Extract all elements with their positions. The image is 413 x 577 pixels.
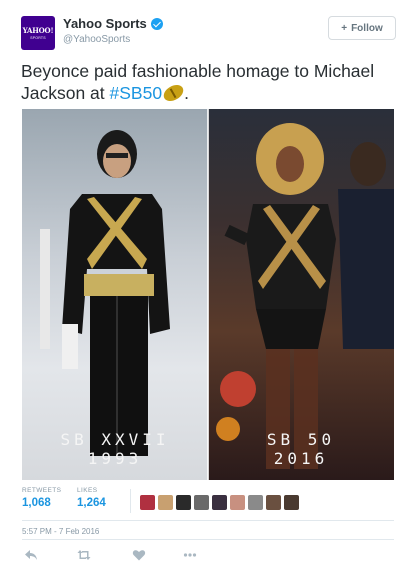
- likes-count[interactable]: 1,264: [77, 497, 106, 509]
- retweets-count[interactable]: 1,068: [22, 497, 61, 509]
- right-caption-year: 2016: [273, 449, 329, 468]
- tweet-media[interactable]: SB XXVII 1993 SB 50 2016: [22, 109, 394, 480]
- display-name[interactable]: Yahoo Sports: [63, 16, 147, 31]
- retweet-icon[interactable]: [77, 548, 91, 562]
- divider-line: [22, 520, 394, 521]
- yahoo-logo: YAHOO!: [22, 26, 54, 35]
- liker-avatar[interactable]: [266, 495, 281, 510]
- liker-avatars: [140, 495, 302, 510]
- tweet-header: YAHOO! SPORTS Yahoo Sports @YahooSports …: [21, 16, 396, 52]
- tweet-text-line2-prefix: Jackson at: [21, 83, 110, 103]
- retweets-label: RETWEETS: [22, 487, 62, 494]
- beyonce-figure: [216, 123, 394, 469]
- liker-avatar[interactable]: [194, 495, 209, 510]
- liker-avatar[interactable]: [158, 495, 173, 510]
- verified-badge-icon: [150, 17, 163, 30]
- tweet-timestamp[interactable]: 5:57 PM - 7 Feb 2016: [22, 527, 99, 536]
- follow-button[interactable]: + Follow: [328, 16, 396, 40]
- media-divider: [207, 109, 209, 480]
- avatar[interactable]: YAHOO! SPORTS: [21, 16, 55, 50]
- retweets-stat[interactable]: RETWEETS 1,068: [22, 487, 61, 509]
- left-caption-event: SB XXVII: [60, 430, 170, 449]
- stats-divider: [130, 489, 131, 513]
- media-left-panel: SB XXVII 1993: [22, 109, 208, 480]
- reply-icon[interactable]: [24, 548, 38, 562]
- liker-avatar[interactable]: [212, 495, 227, 510]
- left-caption: SB XXVII 1993: [22, 430, 208, 468]
- follow-button-label: Follow: [351, 22, 383, 34]
- divider-line: [22, 539, 394, 540]
- likes-label: LIKES: [77, 487, 98, 494]
- liker-avatar[interactable]: [140, 495, 155, 510]
- right-caption: SB 50 2016: [208, 430, 394, 468]
- handle[interactable]: @YahooSports: [63, 34, 163, 45]
- add-user-icon: +: [341, 22, 348, 34]
- liker-avatar[interactable]: [248, 495, 263, 510]
- football-icon: [160, 81, 187, 105]
- tweet-stats: RETWEETS 1,068 LIKES 1,264: [22, 487, 394, 520]
- michael-jackson-figure: [40, 130, 170, 456]
- liker-avatar[interactable]: [230, 495, 245, 510]
- tweet-actions: [22, 545, 394, 565]
- tweet-text-suffix: .: [184, 83, 189, 103]
- left-caption-year: 1993: [87, 449, 143, 468]
- liker-avatar[interactable]: [284, 495, 299, 510]
- tweet-text: Beyonce paid fashionable homage to Micha…: [21, 60, 393, 105]
- yahoo-logo-sub: SPORTS: [30, 36, 46, 40]
- display-name-row[interactable]: Yahoo Sports: [63, 16, 163, 31]
- tweet-text-line1: Beyonce paid fashionable homage to Micha…: [21, 61, 375, 81]
- heart-icon[interactable]: [132, 548, 146, 562]
- hashtag-link[interactable]: #SB50: [110, 83, 163, 103]
- media-right-panel: SB 50 2016: [208, 109, 394, 480]
- liker-avatar[interactable]: [176, 495, 191, 510]
- more-icon[interactable]: [183, 548, 197, 562]
- likes-stat[interactable]: LIKES 1,264: [77, 487, 106, 509]
- right-caption-event: SB 50: [266, 430, 336, 449]
- account-name-block: Yahoo Sports @YahooSports: [63, 16, 163, 45]
